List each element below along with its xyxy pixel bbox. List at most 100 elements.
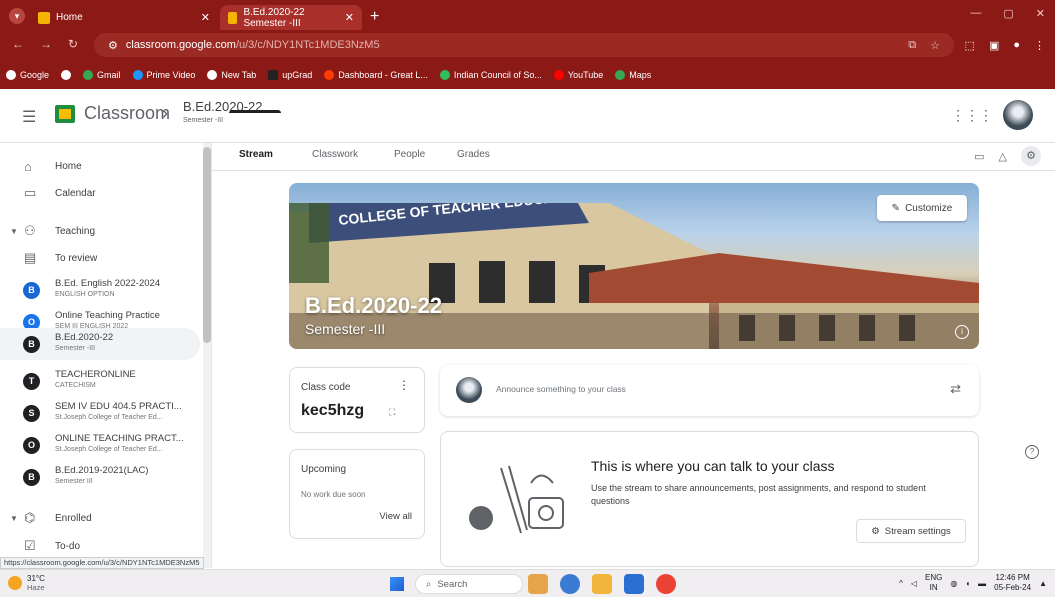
sidebar-class-item[interactable]: B B.Ed.2019-2021(LAC) Semester III [0, 461, 200, 493]
sidebar-class-item[interactable]: S SEM IV EDU 404.5 PRACTI... St.Joseph C… [0, 397, 200, 429]
forward-icon[interactable]: → [40, 37, 52, 51]
tab-search-icon[interactable]: ▾ [9, 8, 25, 24]
review-icon: ▤ [24, 250, 37, 265]
weather-widget[interactable]: 31°C Haze [8, 574, 45, 592]
bookmarks-bar: Google Gmail Prime Video New Tab upGrad … [0, 62, 1055, 88]
url-field[interactable]: ⚙ classroom.google.com /u/3/c/NDY1NTc1MD… [94, 33, 954, 57]
help-icon[interactable]: ? [1025, 445, 1039, 459]
stream-settings-button[interactable]: ⚙ Stream settings [856, 519, 966, 543]
class-code-value: kec5hzg [301, 402, 365, 419]
class-badge: B [23, 281, 40, 299]
bookmark-upgrad[interactable]: upGrad [268, 70, 312, 80]
install-app-icon[interactable]: ⧉ [908, 39, 916, 52]
sidebar-class-item[interactable]: T TEACHERONLINE CATECHISM [0, 365, 200, 397]
store-icon[interactable] [624, 574, 644, 594]
profile-icon[interactable]: ● [1013, 39, 1020, 52]
chevron-right-icon: › [162, 103, 168, 123]
bookmark-dashboard[interactable]: Dashboard - Great L... [324, 70, 428, 80]
bookmark-gmail[interactable]: Gmail [83, 70, 121, 80]
bookmark-new-tab[interactable]: New Tab [207, 70, 256, 80]
view-all-link[interactable]: View all [379, 511, 412, 522]
repost-icon[interactable]: ⇄ [950, 381, 961, 397]
sidepanel-icon[interactable]: ▣ [989, 39, 999, 52]
sidebar-item-calendar[interactable]: ▭ Calendar [0, 182, 200, 204]
chrome-icon[interactable] [656, 574, 676, 594]
customize-button[interactable]: ✎ Customize [877, 195, 967, 221]
battery-icon[interactable]: ▬ [978, 579, 986, 588]
google-apps-icon[interactable]: ⋮⋮⋮ [951, 107, 993, 124]
system-tray: ^ ◁ ENG IN ◍ ◖ ▬ 12:46 PM 05-Feb-24 ▲ [899, 573, 1047, 593]
close-tab-icon[interactable]: ✕ [345, 11, 354, 24]
more-options-icon[interactable]: ⋮ [398, 378, 410, 392]
bookmark-google[interactable]: Google [6, 70, 49, 80]
back-icon[interactable]: ← [12, 37, 24, 51]
fullscreen-icon[interactable]: ⛶ [389, 407, 395, 418]
volume-icon[interactable]: ◖ [965, 579, 970, 588]
address-bar-row: ← → ↻ ⚙ classroom.google.com /u/3/c/NDY1… [0, 30, 1055, 60]
language-indicator[interactable]: ENG IN [925, 573, 942, 593]
class-badge: S [23, 404, 40, 422]
windows-start-icon[interactable] [390, 577, 404, 591]
reload-icon[interactable]: ↻ [68, 37, 78, 51]
announce-placeholder[interactable]: Announce something to your class [496, 384, 626, 394]
bookmark-prime-video[interactable]: Prime Video [132, 70, 195, 80]
class-tools: ▭ △ ⚙ [974, 146, 1041, 166]
teaching-people-icon: ⚇ [24, 223, 36, 238]
taskbar-app-icon[interactable] [528, 574, 548, 594]
active-tab-indicator [229, 110, 281, 113]
announce-box[interactable]: Announce something to your class ⇄ [440, 365, 979, 416]
bookmark-star-icon[interactable]: ☆ [930, 39, 940, 52]
copilot-icon[interactable] [560, 574, 580, 594]
class-badge: B [23, 468, 40, 486]
tab-grades[interactable]: Grades [457, 149, 490, 160]
sidebar-class-item-active[interactable]: B B.Ed.2020-22 Semester -III [0, 328, 200, 360]
sidebar-item-teaching[interactable]: ▼ ⚇ Teaching [0, 220, 200, 242]
bookmark-icssr[interactable]: Indian Council of So... [439, 70, 542, 80]
sidebar-class-item[interactable]: B B.Ed. English 2022-2024 ENGLISH OPTION [0, 274, 200, 306]
extensions-icon[interactable]: ⬚ [965, 39, 975, 52]
file-explorer-icon[interactable] [592, 574, 612, 594]
maximize-icon[interactable]: ▢ [1003, 7, 1013, 20]
tab-people[interactable]: People [394, 149, 425, 160]
drive-icon[interactable]: △ [999, 150, 1007, 163]
minimize-icon[interactable]: — [970, 7, 981, 20]
menu-icon[interactable]: ⋮ [1034, 39, 1045, 52]
bookmark-chrome[interactable] [61, 70, 72, 80]
classroom-favicon-icon [228, 11, 238, 24]
sidebar-scroll-thumb[interactable] [203, 147, 211, 343]
calendar-icon[interactable]: ▭ [974, 150, 984, 163]
sidebar-item-enrolled[interactable]: ▼ ⌬ Enrolled [0, 507, 200, 529]
chevron-up-icon[interactable]: ^ [899, 579, 903, 588]
tab-stream[interactable]: Stream [239, 149, 273, 160]
new-tab-icon[interactable]: + [370, 8, 379, 26]
sidebar-class-item[interactable]: O ONLINE TEACHING PRACT... St.Joseph Col… [0, 429, 200, 461]
site-info-icon[interactable]: ⚙ [108, 39, 118, 52]
extension-icons: ⬚ ▣ ● ⋮ [965, 39, 1045, 52]
bookmark-maps[interactable]: Maps [615, 70, 651, 80]
sidebar-item-to-review[interactable]: ▤ To review [0, 247, 200, 269]
sidebar-item-todo[interactable]: ☑ To-do [0, 535, 200, 557]
clock[interactable]: 12:46 PM 05-Feb-24 [994, 573, 1031, 593]
classroom-logo-icon[interactable] [55, 105, 75, 123]
bookmark-youtube[interactable]: YouTube [553, 70, 603, 80]
close-tab-icon[interactable]: ✕ [201, 11, 210, 24]
app-brand[interactable]: Classroom [84, 103, 170, 124]
caret-down-icon[interactable]: ▼ [10, 514, 18, 523]
account-avatar[interactable] [1003, 100, 1033, 130]
upcoming-card: Upcoming No work due soon View all [289, 449, 425, 539]
info-icon[interactable]: i [955, 325, 969, 339]
network-icon[interactable]: ◍ [950, 579, 957, 588]
tab-title: B.Ed.2020-22 Semester -III [243, 6, 305, 29]
taskbar-search[interactable]: ⌕ Search [415, 574, 523, 594]
browser-tab-active[interactable]: B.Ed.2020-22 Semester -III ✕ [220, 5, 362, 30]
browser-tab-home[interactable]: Home ✕ [30, 5, 218, 30]
breadcrumb-class-section: Semester -III [183, 117, 224, 124]
tab-classwork[interactable]: Classwork [312, 149, 358, 160]
settings-gear-icon[interactable]: ⚙ [1021, 146, 1041, 166]
close-window-icon[interactable]: ✕ [1036, 7, 1045, 20]
notification-bell-icon[interactable]: ▲ [1039, 579, 1047, 588]
sidebar-item-home[interactable]: ⌂ Home [0, 155, 200, 177]
caret-down-icon[interactable]: ▼ [10, 227, 18, 236]
pen-icon[interactable]: ◁ [911, 579, 917, 588]
main-menu-icon[interactable]: ☰ [22, 107, 36, 127]
